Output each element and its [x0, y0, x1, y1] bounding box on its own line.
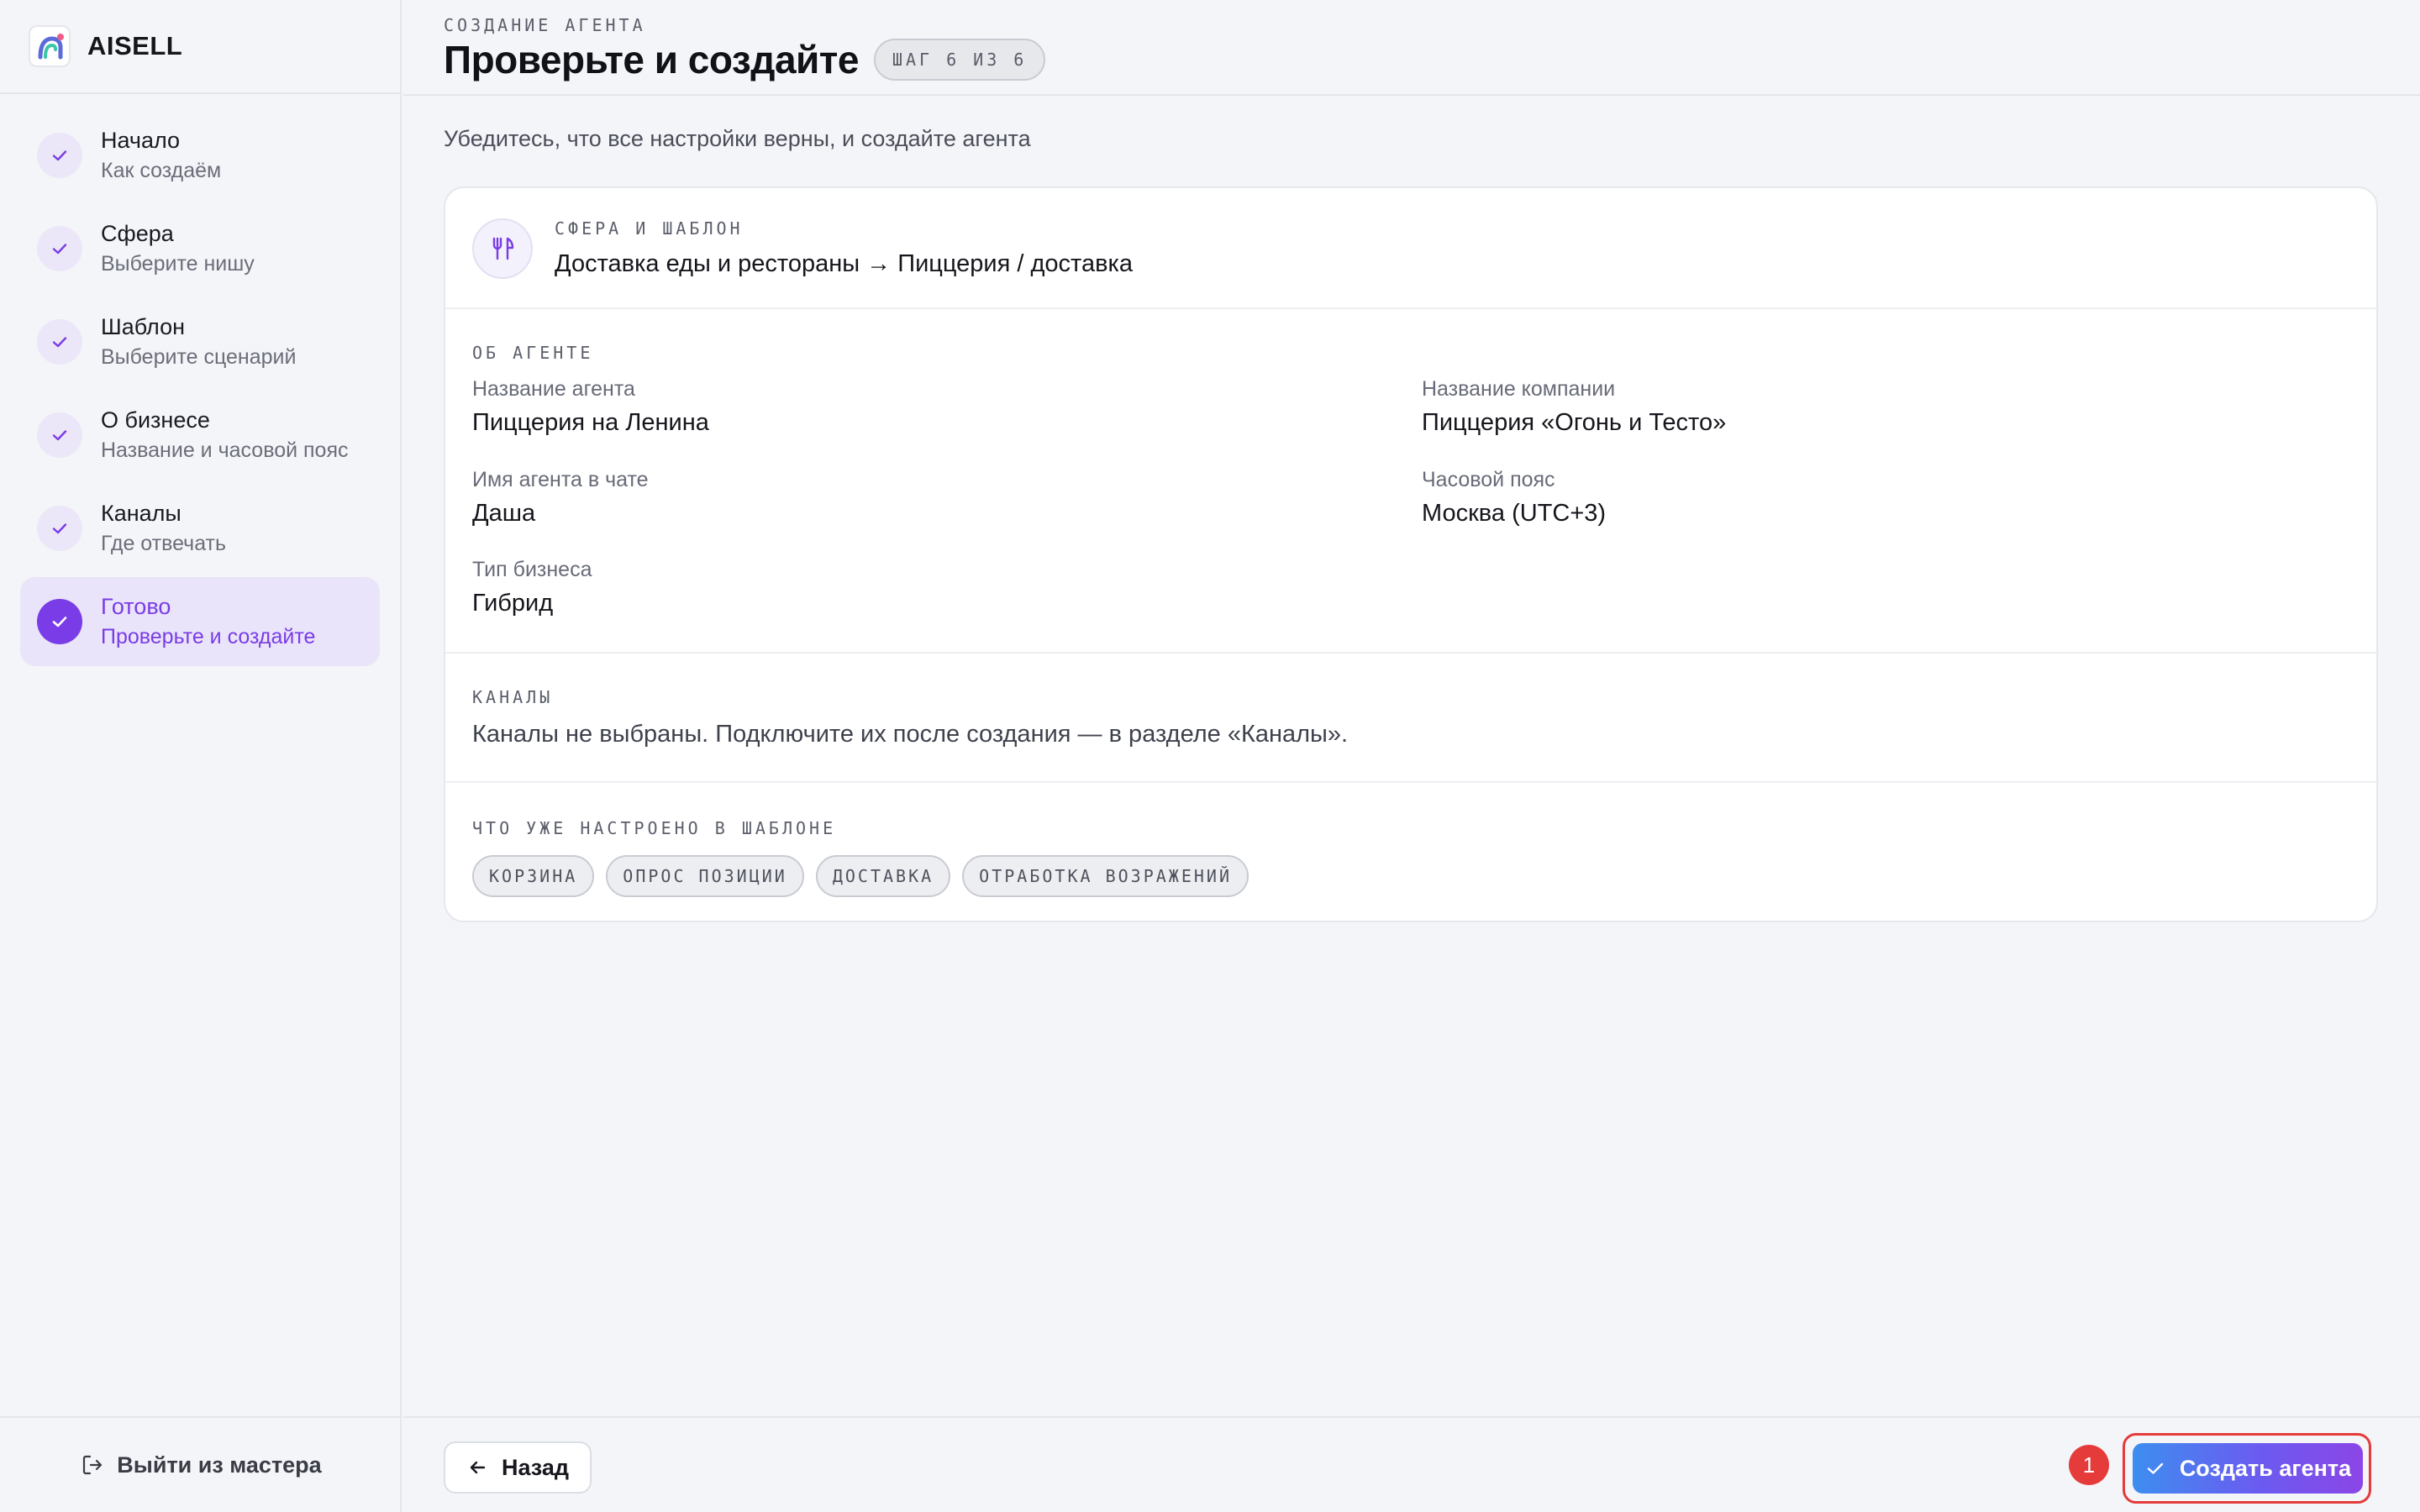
chat-name-field: Имя агента в чате Даша [472, 465, 649, 531]
create-agent-label: Создать агента [2179, 1455, 2352, 1481]
field-value: Даша [472, 500, 536, 527]
step-subtitle: Проверьте и создайте [101, 625, 316, 648]
channels-label: КАНАЛЫ [472, 687, 554, 707]
check-icon [2147, 1462, 2164, 1474]
page-title: Проверьте и создайте [444, 38, 859, 81]
step-business[interactable]: О бизнесе Название и часовой пояс [20, 391, 380, 480]
step-badge: ШАГ 6 ИЗ 6 [873, 39, 1046, 81]
sphere-value: Доставка еды и рестораны → Пиццерия / до… [555, 250, 1133, 277]
step-title: Готово [101, 594, 171, 619]
fork-knife-icon [472, 218, 533, 279]
sphere-label: СФЕРА И ШАБЛОН [555, 218, 744, 239]
step-title: Сфера [101, 221, 174, 246]
check-icon [37, 506, 82, 551]
sidebar-footer: Выйти из мастера [0, 1416, 402, 1512]
summary-card: СФЕРА И ШАБЛОН Доставка еды и рестораны … [444, 186, 2378, 922]
channels-section: КАНАЛЫ Каналы не выбраны. Подключите их … [445, 654, 2376, 783]
template-chip: ОПРОС ПОЗИЦИИ [606, 855, 804, 897]
field-value: Москва (UTC+3) [1422, 500, 1607, 527]
field-label: Название компании [1422, 377, 1616, 401]
about-label: ОБ АГЕНТЕ [472, 343, 594, 363]
field-label: Имя агента в чате [472, 468, 649, 491]
sphere-section: СФЕРА И ШАБЛОН Доставка еды и рестораны … [445, 188, 2376, 309]
create-agent-button[interactable]: Создать агента [2133, 1443, 2363, 1494]
field-label: Название агента [472, 377, 635, 401]
step-start[interactable]: Начало Как создаём [20, 111, 380, 200]
check-icon [37, 319, 82, 365]
logout-icon [83, 1455, 103, 1475]
step-subtitle: Где отвечать [101, 532, 227, 555]
company-name-field: Название компании Пиццерия «Огонь и Тест… [1422, 375, 1726, 440]
step-channels[interactable]: Каналы Где отвечать [20, 484, 380, 573]
field-label: Тип бизнеса [472, 558, 592, 581]
business-type-field: Тип бизнеса Гибрид [472, 555, 592, 621]
wizard-footer: Назад 1 Создать агента [403, 1416, 2420, 1512]
step-template[interactable]: Шаблон Выберите сценарий [20, 297, 380, 386]
field-value: Гибрид [472, 590, 554, 617]
brand: AISELL [0, 0, 400, 94]
template-section: ЧТО УЖЕ НАСТРОЕНО В ШАБЛОНЕ КОРЗИНА ОПРО… [445, 783, 2376, 921]
step-subtitle: Выберите сценарий [101, 345, 297, 369]
template-chips: КОРЗИНА ОПРОС ПОЗИЦИИ ДОСТАВКА ОТРАБОТКА… [472, 855, 1249, 897]
logo-icon [29, 25, 71, 67]
sidebar: AISELL Начало Как создаём Сфера Выберите… [0, 0, 402, 1512]
step-title: О бизнесе [101, 407, 210, 433]
field-label: Часовой пояс [1422, 468, 1555, 491]
page-eyebrow: СОЗДАНИЕ АГЕНТА [444, 15, 646, 35]
step-marker-badge: 1 [2069, 1445, 2109, 1485]
template-chip: ДОСТАВКА [815, 855, 951, 897]
check-icon [37, 599, 82, 644]
back-button[interactable]: Назад [444, 1441, 592, 1494]
template-chip: КОРЗИНА [472, 855, 595, 897]
step-sphere[interactable]: Сфера Выберите нишу [20, 204, 380, 293]
step-title: Начало [101, 128, 181, 153]
check-icon [37, 226, 82, 271]
about-section: ОБ АГЕНТЕ Название агента Пиццерия на Ле… [445, 309, 2376, 654]
exit-wizard-button[interactable]: Выйти из мастера [80, 1452, 322, 1478]
template-chip: ОТРАБОТКА ВОЗРАЖЕНИЙ [962, 855, 1249, 897]
wizard-steps: Начало Как создаём Сфера Выберите нишу Ш… [0, 94, 400, 666]
step-title: Каналы [101, 501, 182, 526]
check-icon [37, 133, 82, 178]
page-subtitle: Убедитесь, что все настройки верны, и со… [444, 126, 1031, 151]
step-subtitle: Название и часовой пояс [101, 438, 349, 462]
page-header: СОЗДАНИЕ АГЕНТА Проверьте и создайте ШАГ… [403, 0, 2420, 96]
back-label: Назад [501, 1454, 570, 1480]
step-subtitle: Выберите нишу [101, 252, 255, 276]
template-label: ЧТО УЖЕ НАСТРОЕНО В ШАБЛОНЕ [472, 818, 837, 838]
check-icon [37, 412, 82, 458]
exit-wizard-label: Выйти из мастера [117, 1452, 322, 1478]
field-value: Пиццерия «Огонь и Тесто» [1422, 409, 1727, 436]
step-title: Шаблон [101, 314, 185, 339]
step-subtitle: Как создаём [101, 159, 222, 182]
field-value: Пиццерия на Ленина [472, 409, 709, 436]
channels-text: Каналы не выбраны. Подключите их после с… [472, 721, 1349, 748]
step-done[interactable]: Готово Проверьте и создайте [20, 577, 380, 666]
brand-name: AISELL [87, 31, 183, 60]
arrow-left-icon [470, 1461, 486, 1474]
agent-name-field: Название агента Пиццерия на Ленина [472, 375, 709, 440]
timezone-field: Часовой пояс Москва (UTC+3) [1422, 465, 1606, 531]
